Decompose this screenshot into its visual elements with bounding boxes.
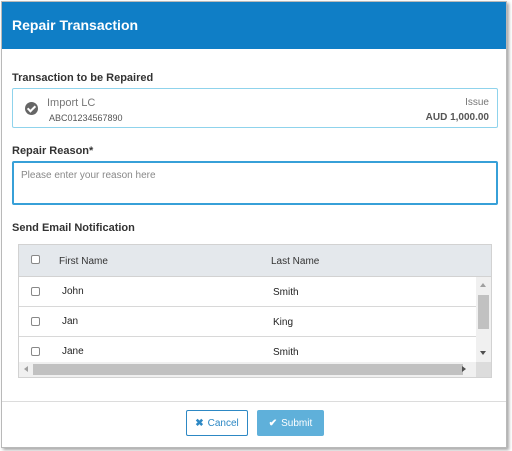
transaction-action: Issue — [465, 97, 489, 108]
table-row[interactable]: John Smith — [19, 277, 476, 307]
check-circle-icon — [25, 102, 38, 115]
close-icon: ✖ — [195, 417, 204, 429]
first-name-cell: Jane — [62, 346, 84, 357]
repair-reason-label: Repair Reason* — [12, 145, 94, 157]
submit-label: Submit — [281, 417, 313, 429]
dialog-title: Repair Transaction — [2, 2, 506, 49]
last-name-cell: Smith — [273, 287, 299, 298]
grid-header: First Name Last Name — [19, 245, 491, 277]
scrollbar-corner — [476, 362, 491, 377]
select-all-checkbox[interactable] — [31, 255, 40, 264]
checkmark-icon: ✔ — [268, 417, 278, 429]
row-checkbox[interactable] — [31, 317, 40, 326]
last-name-cell: Smith — [273, 347, 299, 358]
repair-transaction-dialog: Repair Transaction Transaction to be Rep… — [1, 1, 507, 448]
row-checkbox[interactable] — [31, 347, 40, 356]
vertical-scroll-thumb[interactable] — [478, 295, 489, 329]
transaction-reference: ABC01234567890 — [49, 113, 123, 123]
cancel-button[interactable]: ✖ Cancel — [186, 410, 248, 436]
horizontal-scroll-thumb[interactable] — [33, 364, 463, 375]
first-name-cell: Jan — [62, 316, 79, 327]
row-checkbox[interactable] — [31, 287, 40, 296]
transaction-amount: AUD 1,000.00 — [425, 112, 489, 123]
repair-reason-input[interactable] — [12, 161, 498, 205]
first-name-cell: John — [62, 286, 84, 297]
scroll-right-arrow-icon[interactable] — [462, 366, 466, 372]
transaction-type: Import LC — [47, 97, 96, 109]
column-header-last-name[interactable]: Last Name — [271, 256, 319, 267]
scroll-up-arrow-icon[interactable] — [480, 283, 486, 287]
recipients-grid: First Name Last Name John Smith Jan King… — [18, 244, 492, 378]
email-notification-label: Send Email Notification — [12, 222, 135, 234]
last-name-cell: King — [273, 317, 294, 328]
vertical-scrollbar[interactable] — [476, 277, 491, 363]
transaction-card: Import LC ABC01234567890 Issue AUD 1,000… — [12, 88, 498, 128]
horizontal-scrollbar[interactable] — [19, 362, 491, 377]
table-row[interactable]: Jan King — [19, 307, 476, 337]
column-header-first-name[interactable]: First Name — [59, 256, 108, 267]
submit-button[interactable]: ✔ Submit — [257, 410, 324, 436]
footer-divider — [2, 401, 506, 402]
transaction-section-label: Transaction to be Repaired — [12, 72, 154, 84]
scroll-down-arrow-icon[interactable] — [480, 351, 486, 355]
cancel-label: Cancel — [207, 417, 239, 429]
scroll-left-arrow-icon[interactable] — [24, 366, 28, 372]
